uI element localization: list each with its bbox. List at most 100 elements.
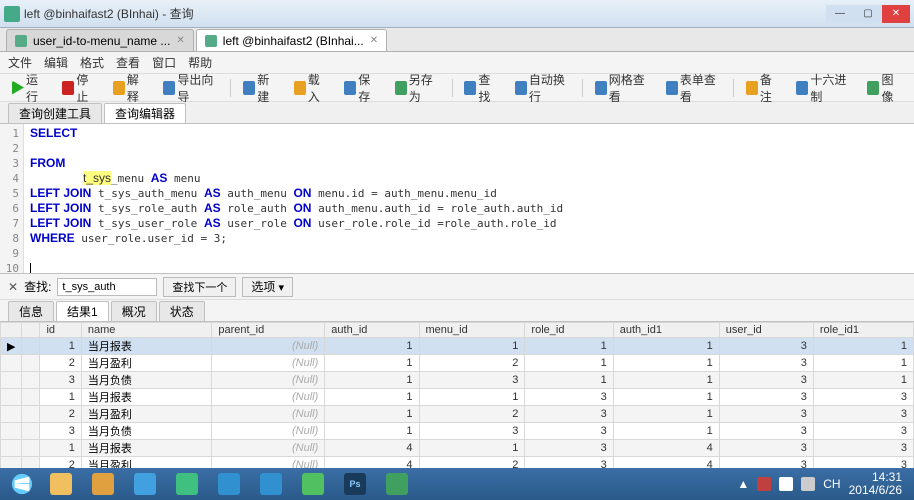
column-header[interactable]: auth_id xyxy=(325,323,419,338)
taskbar-app5[interactable] xyxy=(377,470,417,498)
cell[interactable]: 1 xyxy=(613,423,719,440)
saveas-button[interactable]: 另存为 xyxy=(391,69,444,107)
column-header[interactable]: role_id xyxy=(525,323,613,338)
tray-flag-icon[interactable]: ▲ xyxy=(737,477,749,491)
search-options-button[interactable]: 选项 ▾ xyxy=(242,277,293,297)
cell[interactable]: 4 xyxy=(325,440,419,457)
cell[interactable]: 1 xyxy=(525,355,613,372)
table-row[interactable]: ▶1当月报表(Null)111131 xyxy=(1,338,914,355)
cell[interactable]: 3 xyxy=(40,423,81,440)
column-header[interactable]: user_id xyxy=(719,323,813,338)
close-icon[interactable]: ✕ xyxy=(370,35,378,46)
formview-button[interactable]: 表单查看 xyxy=(662,69,725,107)
cell[interactable]: 3 xyxy=(719,457,813,469)
taskbar-app4[interactable] xyxy=(293,470,333,498)
cell[interactable]: 当月报表 xyxy=(81,440,211,457)
table-row[interactable]: 2当月盈利(Null)123133 xyxy=(1,406,914,423)
cell[interactable]: 1 xyxy=(325,338,419,355)
table-row[interactable]: 2当月盈利(Null)121131 xyxy=(1,355,914,372)
cell[interactable]: 3 xyxy=(813,406,913,423)
cell[interactable]: 1 xyxy=(325,423,419,440)
taskbar-folder[interactable] xyxy=(83,470,123,498)
cell[interactable]: 3 xyxy=(719,423,813,440)
cell[interactable]: 1 xyxy=(40,338,81,355)
cell[interactable]: 1 xyxy=(325,406,419,423)
cell[interactable]: 3 xyxy=(719,389,813,406)
column-header[interactable]: id xyxy=(40,323,81,338)
cell[interactable]: 1 xyxy=(613,389,719,406)
file-tab[interactable]: user_id-to-menu_name ...✕ xyxy=(6,29,194,51)
hex-button[interactable]: 十六进制 xyxy=(792,69,855,107)
run-button[interactable]: 运行 xyxy=(8,69,50,107)
cell[interactable]: 1 xyxy=(40,389,81,406)
cell[interactable]: 1 xyxy=(419,389,525,406)
maximize-button[interactable]: ▢ xyxy=(854,5,882,23)
taskbar-app1[interactable] xyxy=(167,470,207,498)
stop-button[interactable]: 停止 xyxy=(58,69,100,107)
cell[interactable]: 3 xyxy=(813,423,913,440)
result-tab[interactable]: 信息 xyxy=(8,301,54,321)
cell[interactable]: (Null) xyxy=(212,389,325,406)
cell[interactable]: 当月负债 xyxy=(81,372,211,389)
cell[interactable]: 3 xyxy=(525,440,613,457)
cell[interactable]: 1 xyxy=(813,355,913,372)
table-row[interactable]: 3当月负债(Null)133133 xyxy=(1,423,914,440)
cell[interactable]: 当月报表 xyxy=(81,389,211,406)
cell[interactable]: 2 xyxy=(419,406,525,423)
close-button[interactable]: ✕ xyxy=(882,5,910,23)
table-row[interactable]: 3当月负债(Null)131131 xyxy=(1,372,914,389)
cell[interactable]: 4 xyxy=(325,457,419,469)
cell[interactable]: (Null) xyxy=(212,372,325,389)
gridview-button[interactable]: 网格查看 xyxy=(591,69,654,107)
column-header[interactable]: parent_id xyxy=(212,323,325,338)
cell[interactable]: 当月盈利 xyxy=(81,406,211,423)
cell[interactable]: 1 xyxy=(813,338,913,355)
table-row[interactable]: 2当月盈利(Null)423433 xyxy=(1,457,914,469)
code-area[interactable]: SELECT FROM t_sys_menu AS menu LEFT JOIN… xyxy=(24,124,914,273)
new-button[interactable]: 新建 xyxy=(239,69,281,107)
cell[interactable]: 3 xyxy=(813,457,913,469)
cell[interactable]: 3 xyxy=(525,423,613,440)
result-grid[interactable]: idnameparent_idauth_idmenu_idrole_idauth… xyxy=(0,322,914,468)
cell[interactable]: 1 xyxy=(325,372,419,389)
sql-editor[interactable]: 12345678910 SELECT FROM t_sys_menu AS me… xyxy=(0,124,914,274)
result-tab[interactable]: 状态 xyxy=(159,301,205,321)
cell[interactable]: 2 xyxy=(40,355,81,372)
load-button[interactable]: 载入 xyxy=(290,69,332,107)
taskbar-app2[interactable] xyxy=(209,470,249,498)
cell[interactable]: 1 xyxy=(419,440,525,457)
close-search-icon[interactable]: ✕ xyxy=(8,280,18,294)
column-header[interactable]: role_id1 xyxy=(813,323,913,338)
tab-query-builder[interactable]: 查询创建工具 xyxy=(8,103,102,123)
cell[interactable]: 当月盈利 xyxy=(81,355,211,372)
taskbar-ps[interactable]: Ps xyxy=(335,470,375,498)
column-header[interactable]: auth_id1 xyxy=(613,323,719,338)
taskbar-app3[interactable] xyxy=(251,470,291,498)
result-tab[interactable]: 概况 xyxy=(111,301,157,321)
system-tray[interactable]: ▲ CH 14:31 2014/6/26 xyxy=(737,471,910,497)
close-icon[interactable]: ✕ xyxy=(176,35,184,46)
cell[interactable]: 3 xyxy=(813,389,913,406)
taskbar-ie[interactable] xyxy=(125,470,165,498)
cell[interactable]: 3 xyxy=(719,338,813,355)
cell[interactable]: 1 xyxy=(525,372,613,389)
cell[interactable]: 1 xyxy=(325,355,419,372)
cell[interactable]: 3 xyxy=(525,389,613,406)
autowrap-button[interactable]: 自动换行 xyxy=(511,69,574,107)
save-button[interactable]: 保存 xyxy=(340,69,382,107)
cell[interactable]: 3 xyxy=(525,406,613,423)
cell[interactable]: 3 xyxy=(719,355,813,372)
find-next-button[interactable]: 查找下一个 xyxy=(163,277,236,297)
file-tab[interactable]: left @binhaifast2 (BInhai...✕ xyxy=(196,29,387,51)
taskbar-explorer[interactable] xyxy=(41,470,81,498)
cell[interactable]: 1 xyxy=(325,389,419,406)
cell[interactable]: 1 xyxy=(613,338,719,355)
cell[interactable]: (Null) xyxy=(212,355,325,372)
image-button[interactable]: 图像 xyxy=(863,69,905,107)
cell[interactable]: 1 xyxy=(613,372,719,389)
cell[interactable]: 4 xyxy=(613,440,719,457)
export-button[interactable]: 导出向导 xyxy=(159,69,222,107)
table-row[interactable]: 1当月报表(Null)413433 xyxy=(1,440,914,457)
cell[interactable]: 2 xyxy=(40,457,81,469)
cell[interactable]: 4 xyxy=(613,457,719,469)
